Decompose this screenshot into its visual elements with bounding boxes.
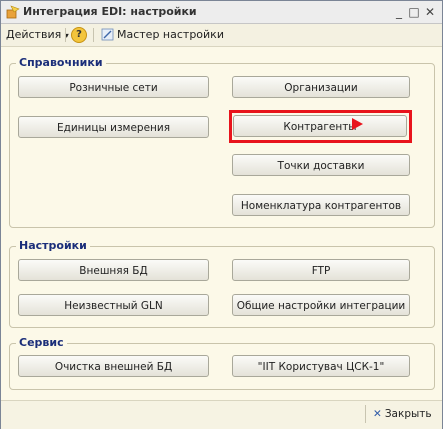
settings-group-title: Настройки (16, 239, 90, 252)
actions-menu-label: Действия (6, 28, 62, 41)
toolbar-divider (65, 28, 66, 42)
settings-window: Интеграция EDI: настройки _ □ ✕ Действия… (0, 0, 443, 429)
service-group-title: Сервис (16, 336, 67, 349)
close-button[interactable]: ✕ Закрыть (373, 406, 432, 422)
window-title: Интеграция EDI: настройки (23, 5, 197, 18)
delivery-points-button[interactable]: Точки доставки (232, 154, 410, 176)
maximize-button[interactable]: □ (406, 4, 422, 20)
wizard-icon (101, 28, 114, 41)
wizard-button[interactable]: Мастер настройки (117, 28, 224, 41)
organizations-button[interactable]: Организации (232, 76, 410, 98)
actions-menu[interactable]: Действия ▾ (6, 28, 69, 41)
counterparties-highlight-frame (229, 110, 412, 143)
general-settings-button[interactable]: Общие настройки интеграции (232, 294, 410, 316)
help-icon[interactable]: ? (71, 27, 87, 43)
footer-divider (365, 405, 366, 423)
clear-external-db-button[interactable]: Очистка внешней БД (18, 355, 209, 377)
toolbar-divider (93, 28, 94, 42)
counterparty-nomenclature-button[interactable]: Номенклатура контрагентов (232, 194, 410, 216)
directories-group-title: Справочники (16, 56, 106, 69)
close-window-button[interactable]: ✕ (422, 4, 438, 20)
retail-networks-button[interactable]: Розничные сети (18, 76, 209, 98)
title-bar: Интеграция EDI: настройки _ □ ✕ (1, 1, 442, 24)
iit-user-button[interactable]: "IIT Користувач ЦСК-1" (232, 355, 410, 377)
ftp-button[interactable]: FTP (232, 259, 410, 281)
close-button-label: Закрыть (384, 408, 432, 420)
edi-app-icon (6, 5, 20, 19)
close-icon: ✕ (373, 408, 382, 420)
red-arrow-pointer-icon (352, 118, 363, 130)
toolbar: Действия ▾ ? Мастер настройки (1, 24, 442, 47)
minimize-button[interactable]: _ (391, 4, 407, 20)
external-db-button[interactable]: Внешняя БД (18, 259, 209, 281)
unknown-gln-button[interactable]: Неизвестный GLN (18, 294, 209, 316)
units-button[interactable]: Единицы измерения (18, 116, 209, 138)
